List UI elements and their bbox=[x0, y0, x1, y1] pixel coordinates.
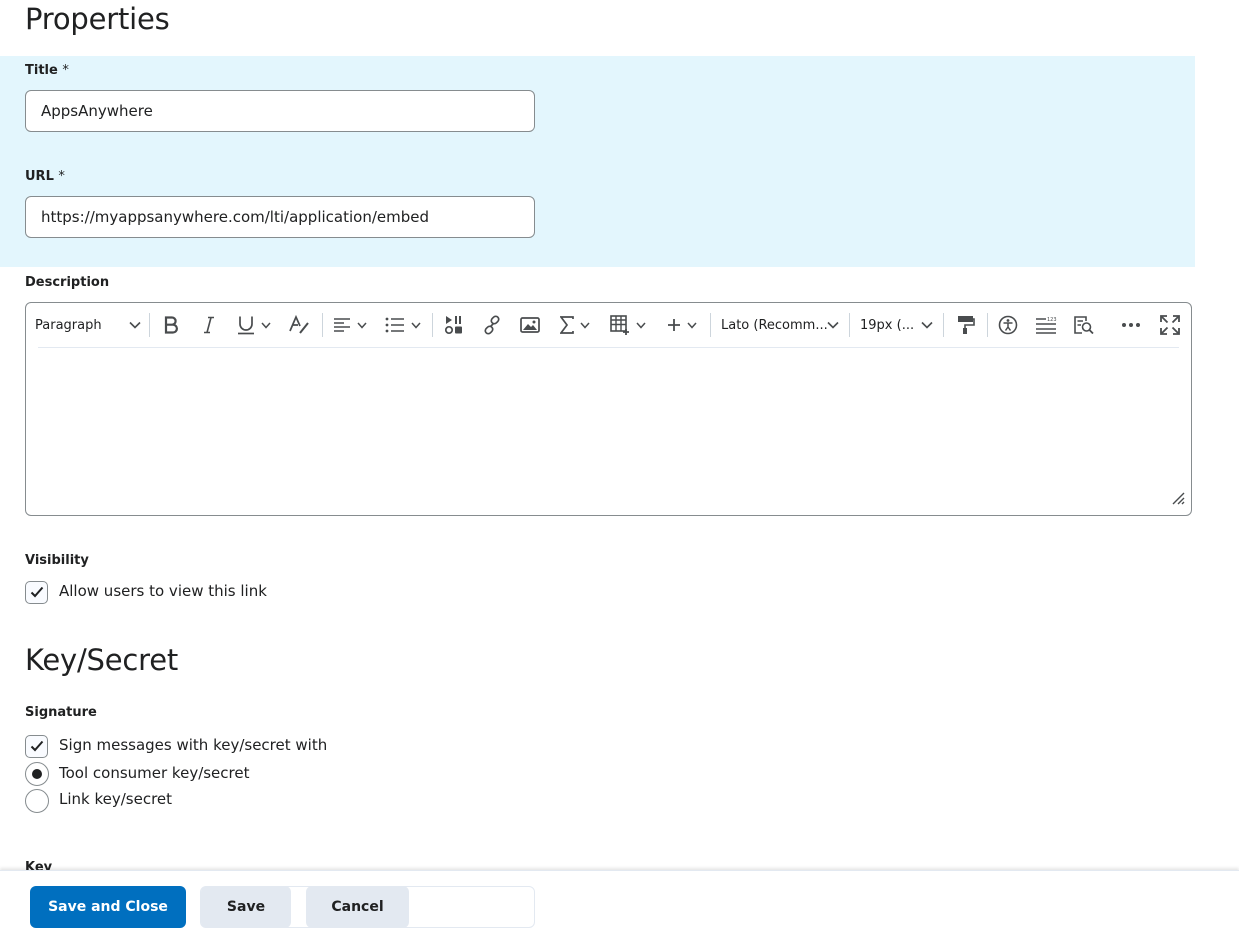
insert-link-button[interactable] bbox=[481, 311, 503, 339]
insert-more-button[interactable] bbox=[664, 311, 700, 339]
radio-tool-consumer[interactable] bbox=[25, 762, 49, 786]
align-button[interactable] bbox=[331, 311, 369, 339]
preview-button[interactable] bbox=[1073, 311, 1095, 339]
font-family-dropdown[interactable]: Lato (Recomm... bbox=[721, 311, 839, 339]
block-format-value: Paragraph bbox=[35, 317, 102, 333]
title-input[interactable] bbox=[25, 90, 535, 132]
insert-icon bbox=[667, 318, 681, 332]
italic-icon bbox=[202, 316, 216, 334]
radio-selected-dot bbox=[32, 769, 42, 779]
key-secret-heading: Key/Secret bbox=[25, 643, 179, 677]
save-and-close-button[interactable]: Save and Close bbox=[30, 886, 186, 928]
chevron-down-icon bbox=[687, 322, 697, 329]
format-painter-button[interactable] bbox=[955, 311, 977, 339]
required-marker: * bbox=[62, 63, 69, 78]
font-size-value: 19px (... bbox=[860, 317, 915, 333]
more-icon bbox=[1121, 322, 1141, 328]
chevron-down-icon bbox=[357, 322, 367, 329]
bold-button[interactable] bbox=[160, 311, 182, 339]
url-input[interactable] bbox=[25, 196, 535, 238]
chevron-down-icon bbox=[261, 322, 271, 329]
svg-text:123: 123 bbox=[1047, 317, 1057, 323]
url-label: URL * bbox=[25, 169, 65, 184]
table-button[interactable] bbox=[609, 311, 647, 339]
more-options-button[interactable] bbox=[1120, 311, 1142, 339]
editor-toolbar: Paragraph Lato (Recomm... 19px (... 123 bbox=[26, 303, 1191, 347]
align-icon bbox=[333, 317, 351, 333]
font-family-value: Lato (Recomm... bbox=[721, 317, 828, 333]
fullscreen-icon bbox=[1160, 315, 1180, 335]
chevron-down-icon bbox=[580, 322, 590, 329]
word-count-button[interactable]: 123 bbox=[1035, 311, 1057, 339]
chevron-down-icon bbox=[921, 321, 933, 329]
underline-button[interactable] bbox=[234, 311, 274, 339]
description-editor[interactable]: Paragraph Lato (Recomm... 19px (... 123 bbox=[25, 302, 1192, 516]
link-icon bbox=[482, 315, 502, 335]
cancel-button[interactable]: Cancel bbox=[306, 886, 409, 928]
image-icon bbox=[520, 317, 540, 333]
word-count-icon: 123 bbox=[1035, 316, 1057, 334]
visibility-checkbox-label[interactable]: Allow users to view this link bbox=[59, 582, 267, 600]
format-painter-icon bbox=[957, 315, 975, 335]
chevron-down-icon bbox=[411, 322, 421, 329]
chevron-down-icon bbox=[827, 321, 839, 329]
insert-media-button[interactable] bbox=[443, 311, 465, 339]
sign-messages-label[interactable]: Sign messages with key/secret with bbox=[59, 736, 327, 754]
text-color-icon bbox=[288, 315, 310, 335]
font-size-dropdown[interactable]: 19px (... bbox=[860, 311, 933, 339]
sign-messages-checkbox[interactable] bbox=[25, 735, 48, 758]
fullscreen-button[interactable] bbox=[1159, 311, 1181, 339]
required-marker: * bbox=[58, 169, 65, 184]
bold-icon bbox=[163, 316, 179, 334]
page-title: Properties bbox=[25, 2, 170, 36]
radio-link-key-label[interactable]: Link key/secret bbox=[59, 790, 172, 808]
title-label: Title * bbox=[25, 63, 69, 78]
accessibility-icon bbox=[998, 315, 1018, 335]
chevron-down-icon bbox=[636, 322, 646, 329]
equation-icon bbox=[560, 316, 574, 334]
list-button[interactable] bbox=[384, 311, 422, 339]
list-icon bbox=[385, 317, 405, 333]
chevron-down-icon bbox=[129, 321, 141, 329]
title-label-text: Title bbox=[25, 63, 58, 78]
underline-icon bbox=[237, 315, 255, 335]
resize-handle-icon[interactable] bbox=[1171, 490, 1185, 509]
media-icon bbox=[444, 315, 464, 335]
visibility-checkbox[interactable] bbox=[25, 581, 48, 604]
signature-label: Signature bbox=[25, 705, 97, 720]
description-label: Description bbox=[25, 275, 110, 290]
accessibility-checker-button[interactable] bbox=[997, 311, 1019, 339]
insert-image-button[interactable] bbox=[519, 311, 541, 339]
footer-bar: Save and Close Save Cancel bbox=[0, 870, 1239, 937]
italic-button[interactable] bbox=[198, 311, 220, 339]
block-format-dropdown[interactable]: Paragraph bbox=[35, 311, 141, 339]
preview-icon bbox=[1074, 316, 1094, 334]
text-color-button[interactable] bbox=[288, 311, 310, 339]
url-label-text: URL bbox=[25, 169, 54, 184]
checkmark-icon bbox=[30, 737, 44, 756]
checkmark-icon bbox=[30, 583, 44, 602]
equation-button[interactable] bbox=[556, 311, 594, 339]
radio-tool-consumer-label[interactable]: Tool consumer key/secret bbox=[59, 764, 249, 782]
table-icon bbox=[610, 315, 630, 335]
radio-link-key[interactable] bbox=[25, 789, 49, 813]
save-button[interactable]: Save bbox=[201, 886, 291, 928]
visibility-label: Visibility bbox=[25, 553, 89, 568]
